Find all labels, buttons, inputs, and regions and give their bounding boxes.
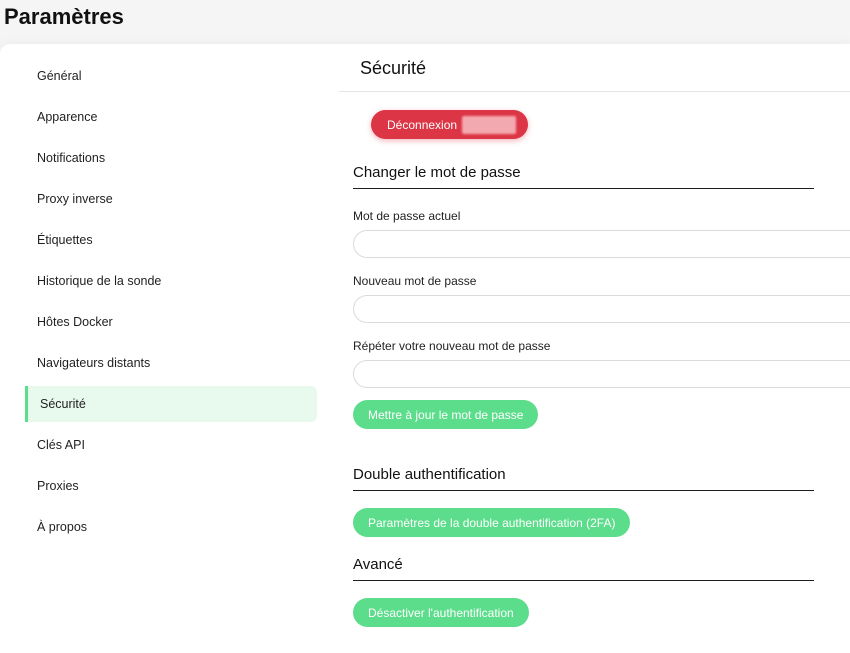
sidebar-item-monitor-history[interactable]: Historique de la sonde <box>25 263 317 299</box>
sidebar-item-label: Navigateurs distants <box>37 356 151 370</box>
sidebar-item-label: Général <box>37 69 82 83</box>
redacted-username <box>462 115 517 134</box>
sidebar-item-docker-hosts[interactable]: Hôtes Docker <box>25 304 317 340</box>
sidebar-item-label: Clés API <box>37 438 85 452</box>
new-password-label: Nouveau mot de passe <box>353 274 477 288</box>
sidebar-item-label: Notifications <box>37 151 106 165</box>
new-password-input[interactable] <box>353 295 850 323</box>
settings-panel: Général Apparence Notifications Proxy in… <box>0 44 850 653</box>
sidebar-item-api-keys[interactable]: Clés API <box>25 427 317 463</box>
section-title: Sécurité <box>360 58 427 78</box>
disable-auth-button[interactable]: Désactiver l'authentification <box>353 598 529 627</box>
advanced-heading: Avancé <box>353 556 814 581</box>
repeat-password-label: Répéter votre nouveau mot de passe <box>353 339 551 353</box>
page-title: Paramètres <box>4 4 124 29</box>
sidebar-item-label: Étiquettes <box>37 233 93 247</box>
change-password-heading: Changer le mot de passe <box>353 164 814 189</box>
sidebar-item-proxies[interactable]: Proxies <box>25 468 317 504</box>
sidebar-item-label: Proxy inverse <box>37 192 113 206</box>
sidebar-item-label: À propos <box>37 520 88 534</box>
settings-sidebar: Général Apparence Notifications Proxy in… <box>25 58 317 550</box>
current-password-input[interactable] <box>353 230 850 258</box>
update-password-button[interactable]: Mettre à jour le mot de passe <box>353 400 539 429</box>
sidebar-item-reverse-proxy[interactable]: Proxy inverse <box>25 181 317 217</box>
sidebar-item-general[interactable]: Général <box>25 58 317 94</box>
logout-label: Déconnexion <box>387 117 458 132</box>
sidebar-item-label: Sécurité <box>40 397 86 411</box>
two-factor-heading: Double authentification <box>353 466 814 491</box>
sidebar-item-about[interactable]: À propos <box>25 509 317 545</box>
logout-button[interactable]: Déconnexion <box>371 110 528 139</box>
security-content: Sécurité Déconnexion Changer le mot de p… <box>339 44 850 653</box>
sidebar-item-appearance[interactable]: Apparence <box>25 99 317 135</box>
two-factor-settings-button[interactable]: Paramètres de la double authentification… <box>353 508 631 537</box>
sidebar-item-security[interactable]: Sécurité <box>25 386 317 422</box>
sidebar-item-label: Hôtes Docker <box>37 315 113 329</box>
repeat-password-input[interactable] <box>353 360 850 388</box>
sidebar-item-label: Historique de la sonde <box>37 274 162 288</box>
sidebar-item-label: Apparence <box>37 110 98 124</box>
current-password-label: Mot de passe actuel <box>353 209 461 223</box>
sidebar-item-label: Proxies <box>37 479 79 493</box>
header-divider <box>339 91 850 92</box>
sidebar-item-remote-browsers[interactable]: Navigateurs distants <box>25 345 317 381</box>
sidebar-item-tags[interactable]: Étiquettes <box>25 222 317 258</box>
sidebar-item-notifications[interactable]: Notifications <box>25 140 317 176</box>
